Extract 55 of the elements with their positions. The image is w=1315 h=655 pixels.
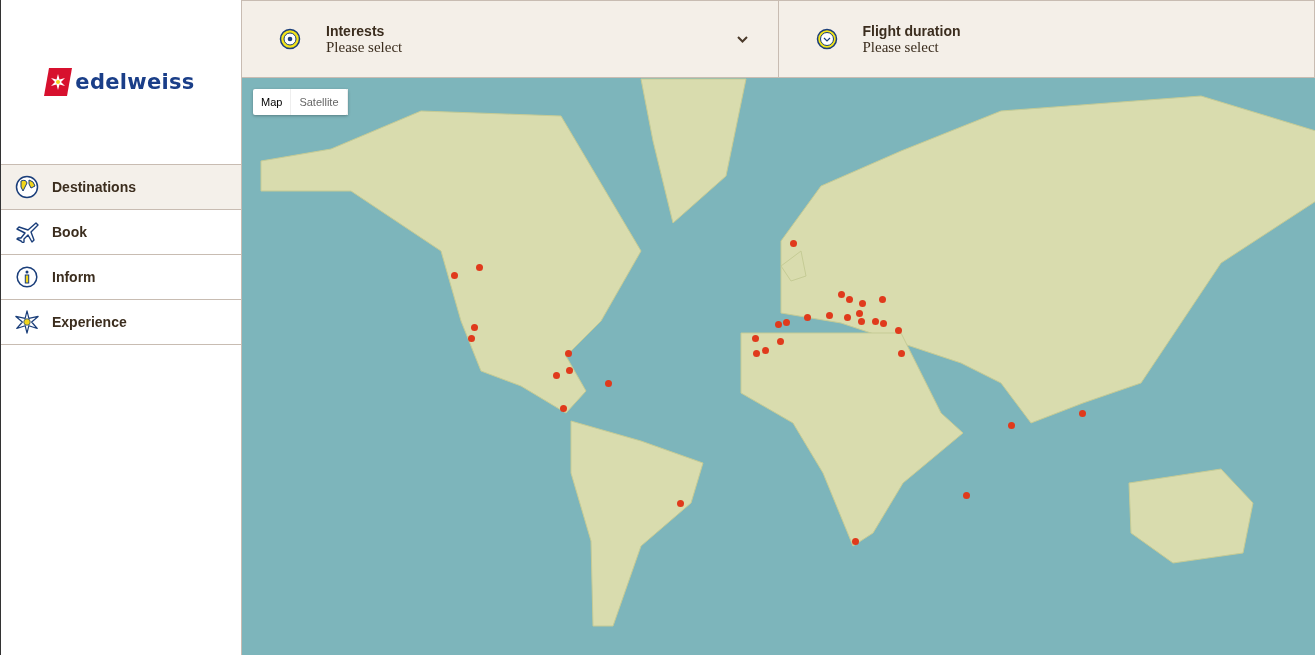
- filter-value: Please select: [326, 38, 404, 56]
- destination-pin[interactable]: [605, 380, 612, 387]
- nav-item[interactable]: Inform: [1, 255, 241, 300]
- destination-pin[interactable]: [752, 335, 759, 342]
- destination-pin[interactable]: [790, 240, 797, 247]
- nav-item[interactable]: Destinations: [1, 165, 241, 210]
- destination-pin[interactable]: [560, 405, 567, 412]
- nav-item[interactable]: Experience: [1, 300, 241, 345]
- destination-pin[interactable]: [804, 314, 811, 321]
- destination-pin[interactable]: [846, 296, 853, 303]
- destination-pin[interactable]: [468, 335, 475, 342]
- destination-pin[interactable]: [566, 367, 573, 374]
- logo-icon: [43, 67, 74, 97]
- map-type-tab[interactable]: Satellite: [291, 89, 348, 115]
- destination-pin[interactable]: [859, 300, 866, 307]
- filter-label: Flight duration: [862, 22, 962, 39]
- filter-value: Please select: [862, 38, 940, 56]
- map-type-tab[interactable]: Map: [253, 89, 292, 115]
- destination-pin[interactable]: [753, 350, 760, 357]
- filter-label: Interests: [326, 22, 386, 39]
- destination-pin[interactable]: [880, 320, 887, 327]
- chevron-circle-icon: [815, 28, 838, 50]
- destination-pin[interactable]: [898, 350, 905, 357]
- destination-pin[interactable]: [451, 272, 458, 279]
- filter-dropdown[interactable]: Flight duration Please select: [778, 1, 1314, 77]
- globe-icon: [15, 175, 39, 199]
- destination-pin[interactable]: [879, 296, 886, 303]
- destination-pin[interactable]: [777, 338, 784, 345]
- nav-item[interactable]: Book: [1, 210, 241, 255]
- destination-pin[interactable]: [963, 492, 970, 499]
- destination-pin[interactable]: [476, 264, 483, 271]
- info-icon: [16, 266, 38, 288]
- destination-pin[interactable]: [844, 314, 851, 321]
- destination-pin[interactable]: [553, 372, 560, 379]
- destination-pin[interactable]: [783, 319, 790, 326]
- destination-pin[interactable]: [826, 312, 833, 319]
- destination-pin[interactable]: [856, 310, 863, 317]
- caret-icon: [736, 35, 748, 43]
- destination-pin[interactable]: [895, 327, 902, 334]
- destination-pin[interactable]: [858, 318, 865, 325]
- destination-pin[interactable]: [565, 350, 572, 357]
- destination-pin[interactable]: [1079, 410, 1086, 417]
- flower-icon: [14, 309, 40, 335]
- plane-icon: [15, 221, 39, 243]
- target-icon: [279, 28, 301, 50]
- destination-pin[interactable]: [872, 318, 879, 325]
- logo-text: edelweiss: [75, 70, 195, 94]
- destination-pin[interactable]: [1008, 422, 1015, 429]
- destination-pin[interactable]: [677, 500, 684, 507]
- destination-pin[interactable]: [775, 321, 782, 328]
- destination-pin[interactable]: [762, 347, 769, 354]
- destination-pin[interactable]: [838, 291, 845, 298]
- destination-pin[interactable]: [852, 538, 859, 545]
- destination-pin[interactable]: [471, 324, 478, 331]
- filter-dropdown[interactable]: Interests Please select: [242, 1, 779, 77]
